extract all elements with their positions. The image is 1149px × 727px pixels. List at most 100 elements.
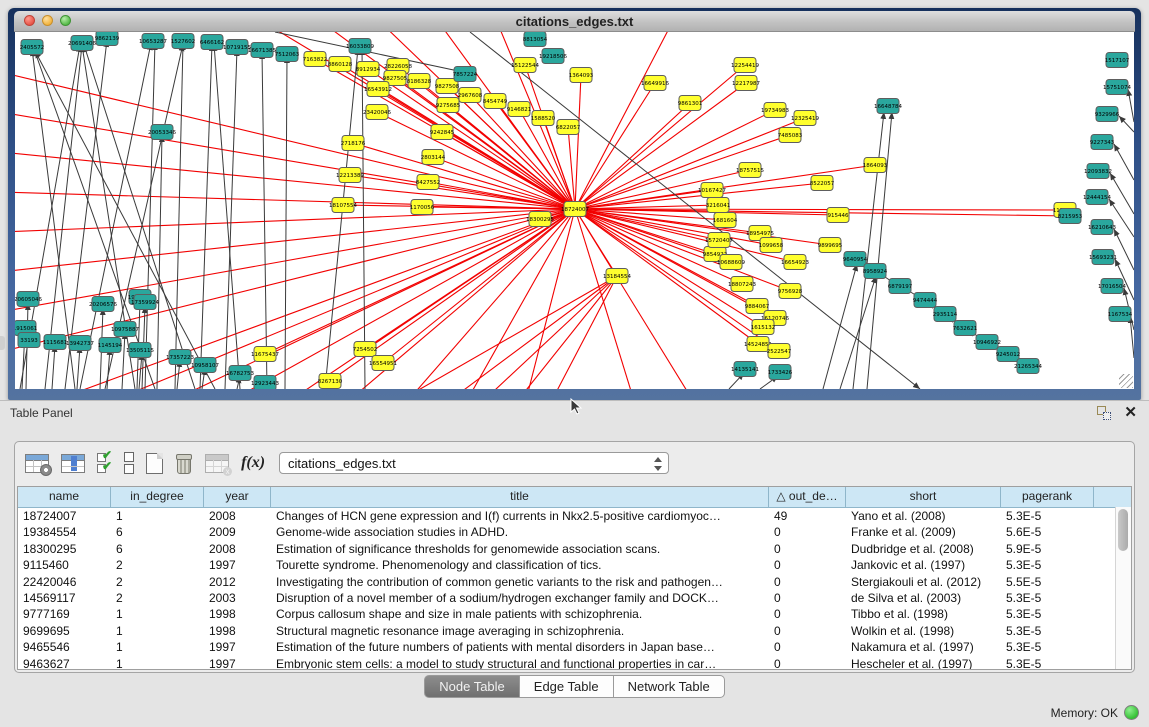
network-node[interactable]: 20206576 xyxy=(89,297,117,312)
network-node[interactable]: 12923443 xyxy=(251,376,279,390)
network-node[interactable]: 19218506 xyxy=(539,49,567,64)
network-node[interactable]: 12254419 xyxy=(731,58,759,73)
network-node[interactable]: 2935114 xyxy=(933,307,958,322)
network-node[interactable]: 20053346 xyxy=(148,125,176,140)
network-node[interactable]: 20605046 xyxy=(15,292,42,307)
network-node[interactable]: 1099658 xyxy=(759,238,784,253)
network-node[interactable]: 17016504 xyxy=(1098,279,1126,294)
network-node[interactable]: 2522547 xyxy=(767,344,792,359)
network-node[interactable]: 13942737 xyxy=(66,336,94,351)
function-builder-icon[interactable]: f(x) xyxy=(241,454,265,472)
network-node[interactable]: 8186328 xyxy=(407,74,432,89)
network-node[interactable]: 8522057 xyxy=(810,176,835,191)
network-node[interactable]: 9275685 xyxy=(436,98,461,113)
network-node[interactable]: 6466162 xyxy=(200,35,225,50)
column-header-title[interactable]: title xyxy=(271,487,769,507)
network-node[interactable]: 18724007 xyxy=(561,202,589,217)
tab-network-table[interactable]: Network Table xyxy=(614,675,725,698)
network-node[interactable]: 17359924 xyxy=(131,295,159,310)
network-node[interactable]: 18107554 xyxy=(329,198,357,213)
network-node[interactable]: 12325419 xyxy=(791,111,819,126)
network-node[interactable]: 7163822 xyxy=(303,52,328,67)
network-node[interactable]: 13505115 xyxy=(126,343,154,358)
network-node[interactable]: 9861301 xyxy=(678,96,703,111)
network-node[interactable]: 16033809 xyxy=(346,39,374,54)
network-node[interactable]: 7512063 xyxy=(275,47,300,62)
network-node[interactable]: 15693231 xyxy=(1089,250,1117,265)
network-node[interactable]: 9474444 xyxy=(913,293,938,308)
deselect-columns-icon[interactable] xyxy=(124,450,134,476)
table-row[interactable]: 946362711997Embryonic stem cells: a mode… xyxy=(18,656,1131,670)
network-node[interactable]: 10688609 xyxy=(717,255,745,270)
network-node[interactable]: 21265344 xyxy=(1014,359,1042,374)
network-graph[interactable]: 1872400718300295716382288601288912934282… xyxy=(15,32,1134,389)
network-node[interactable]: 1615132 xyxy=(751,320,776,335)
table-row[interactable]: 969969511998Structural magnetic resonanc… xyxy=(18,623,1131,639)
network-node[interactable]: 16782753 xyxy=(226,366,254,381)
network-node[interactable]: 19734983 xyxy=(761,103,789,118)
network-node[interactable]: 1681604 xyxy=(713,213,738,228)
network-node[interactable]: 9329966 xyxy=(1095,107,1120,122)
network-node[interactable]: 9146821 xyxy=(507,102,532,117)
network-node[interactable]: 15122544 xyxy=(511,58,539,73)
table-row[interactable]: 977716911998Corpus callosum shape and si… xyxy=(18,606,1131,622)
table-row[interactable]: 1872400712008Changes of HCN gene express… xyxy=(18,508,1131,524)
float-panel-icon[interactable] xyxy=(1097,406,1111,420)
network-node[interactable]: 1115681 xyxy=(43,335,68,350)
resize-grip-icon[interactable] xyxy=(1119,374,1133,388)
network-node[interactable]: 16654923 xyxy=(781,255,809,270)
network-node[interactable]: 14135141 xyxy=(731,362,759,377)
network-node[interactable]: 1145194 xyxy=(98,338,123,353)
network-node[interactable]: 915446 xyxy=(827,208,849,223)
table-row[interactable]: 1456911722003Disruption of a novel membe… xyxy=(18,590,1131,606)
column-header-pagerank[interactable]: pagerank xyxy=(1001,487,1094,507)
network-node[interactable]: 12444154 xyxy=(1083,190,1111,205)
network-node[interactable]: 16648784 xyxy=(874,99,902,114)
network-node[interactable]: 1527602 xyxy=(171,34,196,49)
network-window-titlebar[interactable]: citations_edges.txt xyxy=(14,11,1135,32)
network-node[interactable]: 12217987 xyxy=(732,76,760,91)
network-node[interactable]: 1167534 xyxy=(1108,307,1133,322)
network-node[interactable]: 18757515 xyxy=(736,163,764,178)
tab-edge-table[interactable]: Edge Table xyxy=(520,675,614,698)
network-node[interactable]: 16554951 xyxy=(369,356,397,371)
network-node[interactable]: 10653287 xyxy=(139,34,167,49)
network-node[interactable]: 10946922 xyxy=(973,335,1001,350)
network-node[interactable]: 2718176 xyxy=(341,136,366,151)
column-header-name[interactable]: name xyxy=(18,487,111,507)
network-node[interactable]: 12093832 xyxy=(1084,164,1112,179)
network-node[interactable]: 8267130 xyxy=(318,374,343,389)
create-table-icon[interactable] xyxy=(146,453,163,474)
network-node[interactable]: 16649916 xyxy=(641,76,669,91)
column-header-short[interactable]: short xyxy=(846,487,1001,507)
network-node[interactable]: 8215953 xyxy=(1058,209,1083,224)
network-node[interactable]: 16210643 xyxy=(1088,220,1116,235)
show-columns-icon[interactable] xyxy=(61,454,85,473)
network-node[interactable]: 9756928 xyxy=(778,284,803,299)
close-panel-icon[interactable]: ✕ xyxy=(1124,403,1137,421)
network-node[interactable]: 1364093 xyxy=(569,68,594,83)
column-header-year[interactable]: year xyxy=(204,487,271,507)
network-node[interactable]: 1864093 xyxy=(863,158,888,173)
network-node[interactable]: 20691406 xyxy=(68,36,96,51)
network-node[interactable]: 1588520 xyxy=(531,111,556,126)
network-node[interactable]: 9242845 xyxy=(430,125,455,140)
network-node[interactable]: 7485083 xyxy=(778,128,803,143)
table-row[interactable]: 2242004622012Investigating the contribut… xyxy=(18,574,1131,590)
network-node[interactable]: 16671385 xyxy=(248,43,276,58)
network-node[interactable]: 8860128 xyxy=(328,57,353,72)
network-node[interactable]: 13184554 xyxy=(603,269,631,284)
network-node[interactable]: 12213389 xyxy=(336,168,364,183)
network-node[interactable]: 16543912 xyxy=(364,82,392,97)
network-node[interactable]: 8427552 xyxy=(416,175,441,190)
panel-collapse-handle[interactable] xyxy=(0,336,5,350)
network-node[interactable]: 10958107 xyxy=(191,358,219,373)
network-node[interactable]: 10975887 xyxy=(111,322,139,337)
network-node[interactable]: 10167427 xyxy=(698,183,726,198)
network-node[interactable]: 8454749 xyxy=(483,94,508,109)
network-node[interactable]: 18300295 xyxy=(526,212,554,227)
network-node[interactable]: 1170056 xyxy=(410,200,435,215)
network-node[interactable]: 9245012 xyxy=(996,347,1021,362)
network-node[interactable]: 33193 xyxy=(18,333,40,348)
tab-node-table[interactable]: Node Table xyxy=(424,675,520,698)
